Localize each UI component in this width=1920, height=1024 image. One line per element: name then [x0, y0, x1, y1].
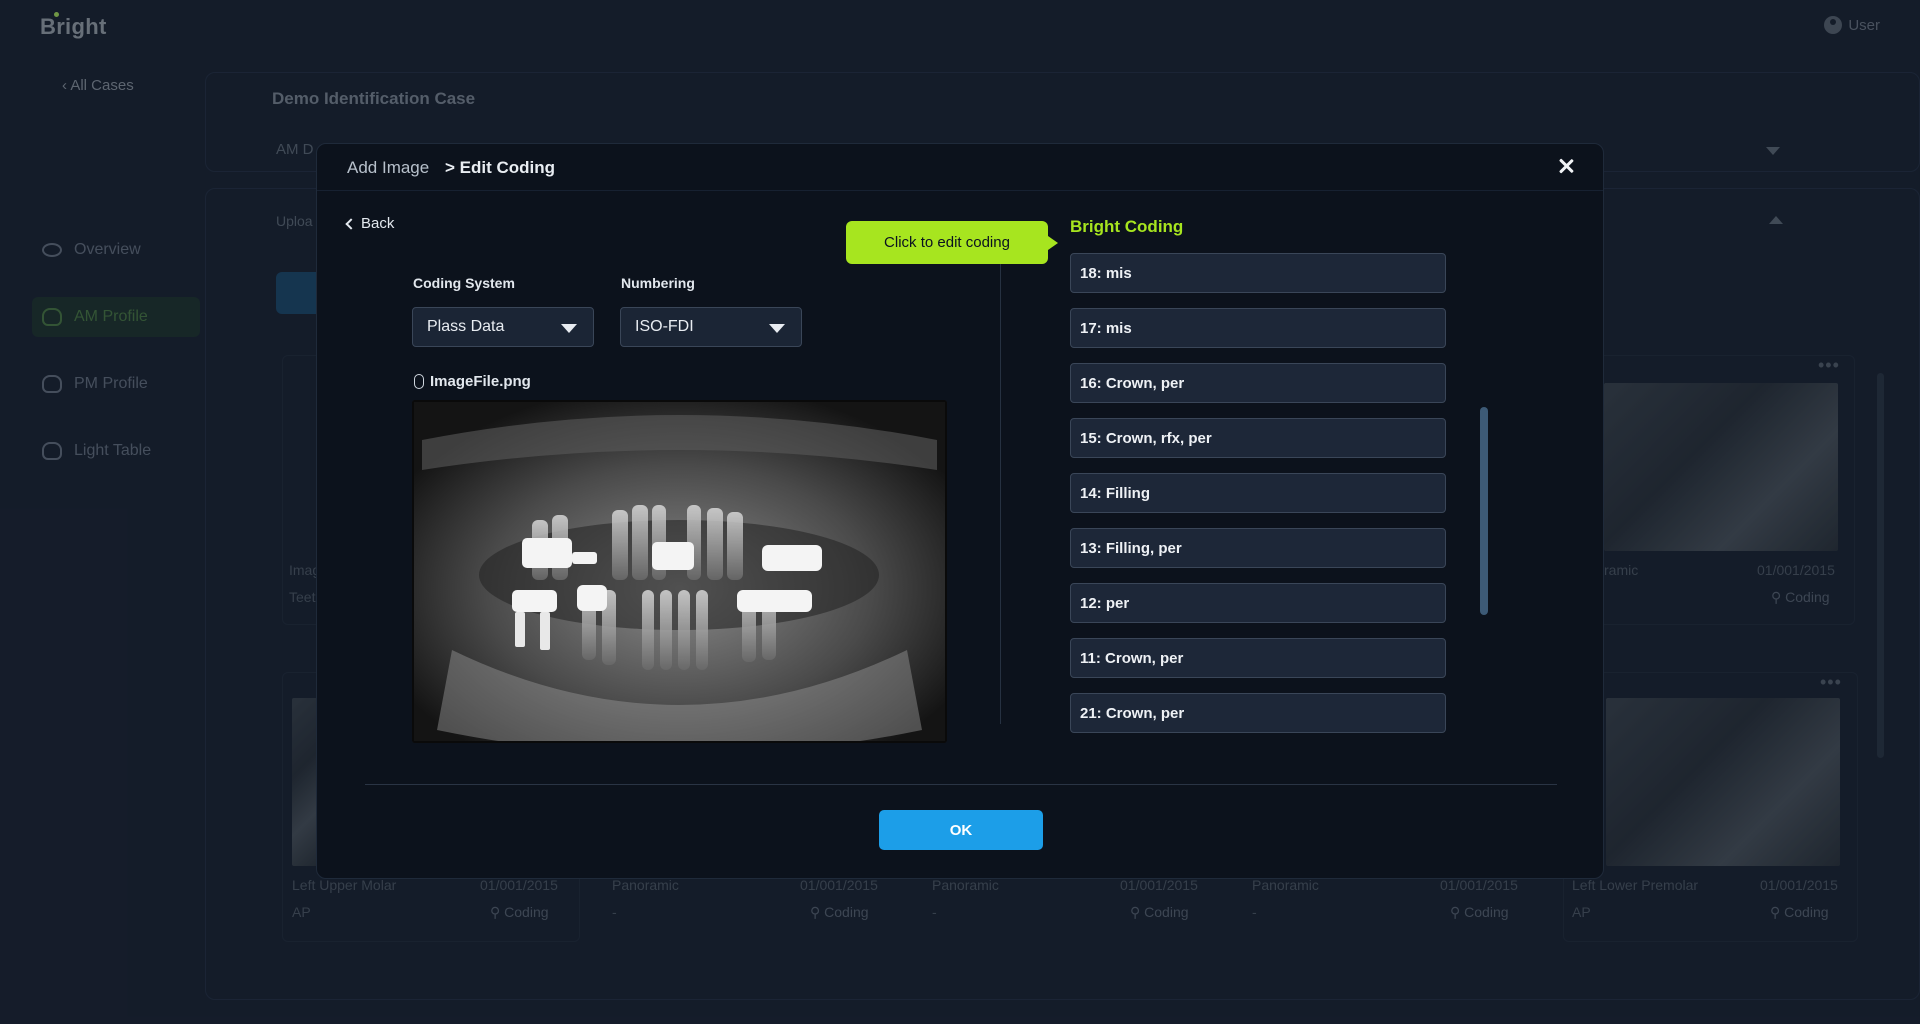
vertical-divider [1000, 254, 1001, 724]
numbering-select[interactable]: ISO-FDI [620, 307, 802, 347]
edit-coding-modal: Add Image > Edit Coding Back Coding Syst… [316, 143, 1604, 879]
chevron-down-icon [561, 324, 577, 333]
coding-item[interactable]: 21: Crown, per [1070, 693, 1446, 733]
coding-item[interactable]: 17: mis [1070, 308, 1446, 348]
xray-image[interactable] [412, 400, 947, 743]
ok-button[interactable]: OK [879, 810, 1043, 850]
bright-coding-title: Bright Coding [1070, 217, 1184, 236]
paperclip-icon [414, 374, 424, 389]
coding-item[interactable]: 14: Filling [1070, 473, 1446, 513]
file-name: ImageFile.png [430, 373, 531, 390]
numbering-label: Numbering [621, 275, 695, 291]
coding-item[interactable]: 13: Filling, per [1070, 528, 1446, 568]
file-name-row: ImageFile.png [414, 373, 531, 390]
edit-coding-tooltip: Click to edit coding [846, 221, 1058, 264]
close-icon[interactable] [1555, 155, 1577, 177]
breadcrumb-add-image[interactable]: Add Image [347, 158, 429, 178]
breadcrumb-edit-coding: > Edit Coding [445, 158, 556, 177]
panoramic-xray-illustration [412, 400, 947, 743]
coding-item[interactable]: 11: Crown, per [1070, 638, 1446, 678]
coding-system-label: Coding System [413, 275, 515, 291]
coding-item[interactable]: 16: Crown, per [1070, 363, 1446, 403]
back-button[interactable]: Back [345, 215, 394, 232]
coding-list: 18: mis 17: mis 16: Crown, per 15: Crown… [1070, 253, 1446, 748]
modal-header: Add Image > Edit Coding [317, 144, 1603, 191]
chevron-left-icon [345, 217, 357, 230]
coding-list-scrollbar[interactable] [1480, 407, 1488, 615]
coding-item[interactable]: 15: Crown, rfx, per [1070, 418, 1446, 458]
coding-item[interactable]: 18: mis [1070, 253, 1446, 293]
chevron-down-icon [769, 324, 785, 333]
footer-divider [365, 784, 1557, 785]
coding-item[interactable]: 12: per [1070, 583, 1446, 623]
coding-system-select[interactable]: Plass Data [412, 307, 594, 347]
